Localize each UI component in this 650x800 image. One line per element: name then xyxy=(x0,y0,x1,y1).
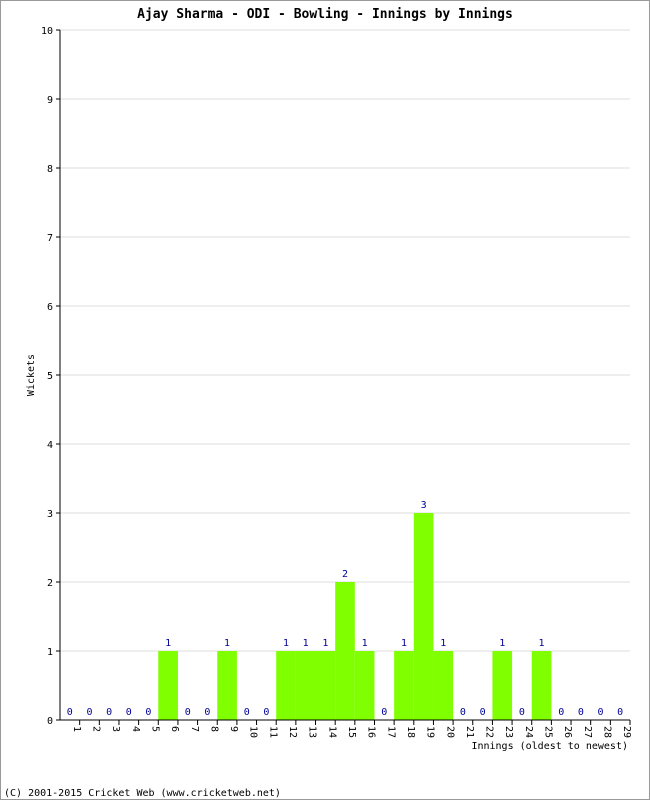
y-tick-label: 8 xyxy=(47,164,53,175)
data-label: 1 xyxy=(165,638,171,649)
x-tick-label: 15 xyxy=(346,726,357,738)
y-tick-label: 3 xyxy=(47,509,53,520)
data-label: 1 xyxy=(224,638,230,649)
chart-title: Ajay Sharma - ODI - Bowling - Innings by… xyxy=(137,7,513,22)
x-tick-label: 17 xyxy=(385,726,396,738)
data-label: 0 xyxy=(598,707,604,718)
x-tick-label: 9 xyxy=(228,726,239,732)
x-tick-label: 5 xyxy=(149,726,160,732)
data-label: 1 xyxy=(499,638,505,649)
bar xyxy=(413,513,434,720)
x-tick-label: 4 xyxy=(130,726,141,732)
x-tick-label: 3 xyxy=(110,726,121,732)
x-tick-label: 12 xyxy=(287,726,298,738)
data-label: 0 xyxy=(617,707,623,718)
x-tick-label: 14 xyxy=(326,726,337,738)
data-label: 0 xyxy=(558,707,564,718)
data-label: 0 xyxy=(126,707,132,718)
y-tick-label: 7 xyxy=(47,233,53,244)
y-tick-label: 5 xyxy=(47,371,53,382)
x-tick-label: 28 xyxy=(602,726,613,738)
bar xyxy=(531,651,552,720)
bar xyxy=(276,651,296,720)
data-label: 1 xyxy=(440,638,446,649)
data-label: 0 xyxy=(263,707,269,718)
x-tick-label: 26 xyxy=(562,726,573,738)
bar xyxy=(295,651,316,720)
x-tick-label: 18 xyxy=(405,726,416,738)
bar-chart: Ajay Sharma - ODI - Bowling - Innings by… xyxy=(0,0,650,800)
y-tick-label: 4 xyxy=(47,440,53,451)
data-label: 1 xyxy=(362,638,368,649)
x-tick-label: 16 xyxy=(366,726,377,738)
bar xyxy=(394,651,414,720)
chart-container: Ajay Sharma - ODI - Bowling - Innings by… xyxy=(0,0,650,800)
data-label: 1 xyxy=(539,638,545,649)
x-tick-label: 7 xyxy=(189,726,200,732)
data-label: 0 xyxy=(185,707,191,718)
data-label: 0 xyxy=(86,707,92,718)
data-label: 1 xyxy=(303,638,309,649)
x-tick-label: 24 xyxy=(523,726,534,738)
bar xyxy=(433,651,454,720)
y-tick-label: 9 xyxy=(47,95,53,106)
x-tick-label: 22 xyxy=(484,726,495,738)
x-tick-label: 6 xyxy=(169,726,180,732)
bar xyxy=(315,651,336,720)
data-label: 0 xyxy=(204,707,210,718)
bar xyxy=(354,651,375,720)
bar xyxy=(217,651,237,720)
data-label: 1 xyxy=(283,638,289,649)
data-label: 1 xyxy=(401,638,407,649)
x-tick-label: 8 xyxy=(208,726,219,732)
data-label: 0 xyxy=(480,707,486,718)
x-tick-label: 20 xyxy=(444,726,455,738)
x-tick-label: 21 xyxy=(464,726,475,738)
x-tick-label: 13 xyxy=(307,726,318,738)
y-tick-label: 10 xyxy=(41,26,53,37)
footer-copyright: (C) 2001-2015 Cricket Web (www.cricketwe… xyxy=(4,788,281,799)
bar xyxy=(335,582,355,720)
x-tick-label: 2 xyxy=(90,726,101,732)
x-tick-label: 27 xyxy=(582,726,593,738)
y-tick-label: 2 xyxy=(47,578,53,589)
data-label: 0 xyxy=(460,707,466,718)
x-axis-label: Innings (oldest to newest) xyxy=(471,741,628,752)
bar xyxy=(158,651,178,720)
x-tick-label: 29 xyxy=(621,726,632,738)
x-tick-label: 25 xyxy=(543,726,554,738)
data-label: 2 xyxy=(342,569,348,580)
y-tick-label: 1 xyxy=(47,647,53,658)
data-label: 0 xyxy=(578,707,584,718)
x-tick-label: 1 xyxy=(71,726,82,732)
data-label: 0 xyxy=(145,707,151,718)
y-axis-label: Wickets xyxy=(26,354,37,396)
y-tick-label: 6 xyxy=(47,302,53,313)
data-label: 0 xyxy=(381,707,387,718)
x-tick-label: 23 xyxy=(503,726,514,738)
x-tick-label: 19 xyxy=(425,726,436,738)
data-label: 3 xyxy=(421,500,427,511)
x-tick-label: 10 xyxy=(248,726,259,738)
y-tick-label: 0 xyxy=(47,716,53,727)
data-label: 0 xyxy=(519,707,525,718)
bar xyxy=(492,651,513,720)
data-label: 1 xyxy=(322,638,328,649)
data-label: 0 xyxy=(106,707,112,718)
data-label: 0 xyxy=(244,707,250,718)
data-label: 0 xyxy=(67,707,73,718)
x-tick-label: 11 xyxy=(267,726,278,738)
